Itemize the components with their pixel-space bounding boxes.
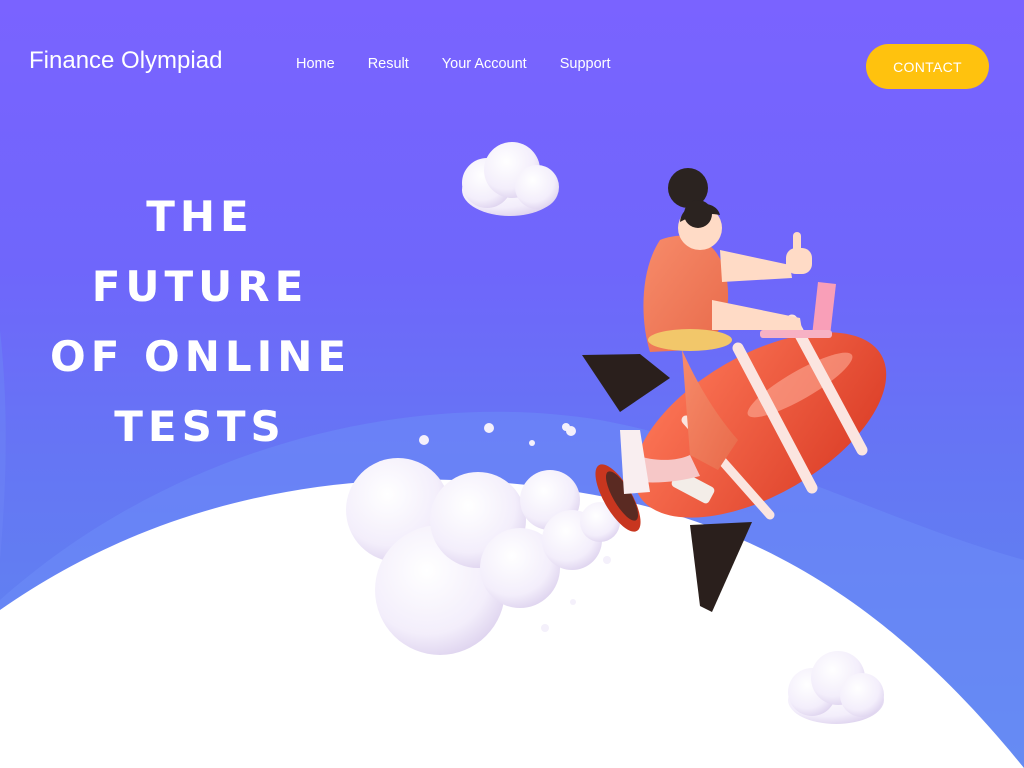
rocket-illustration xyxy=(346,142,887,724)
cloud-top xyxy=(462,142,559,216)
exhaust-cloud xyxy=(346,458,620,655)
cloud-bottom-right xyxy=(788,651,884,724)
